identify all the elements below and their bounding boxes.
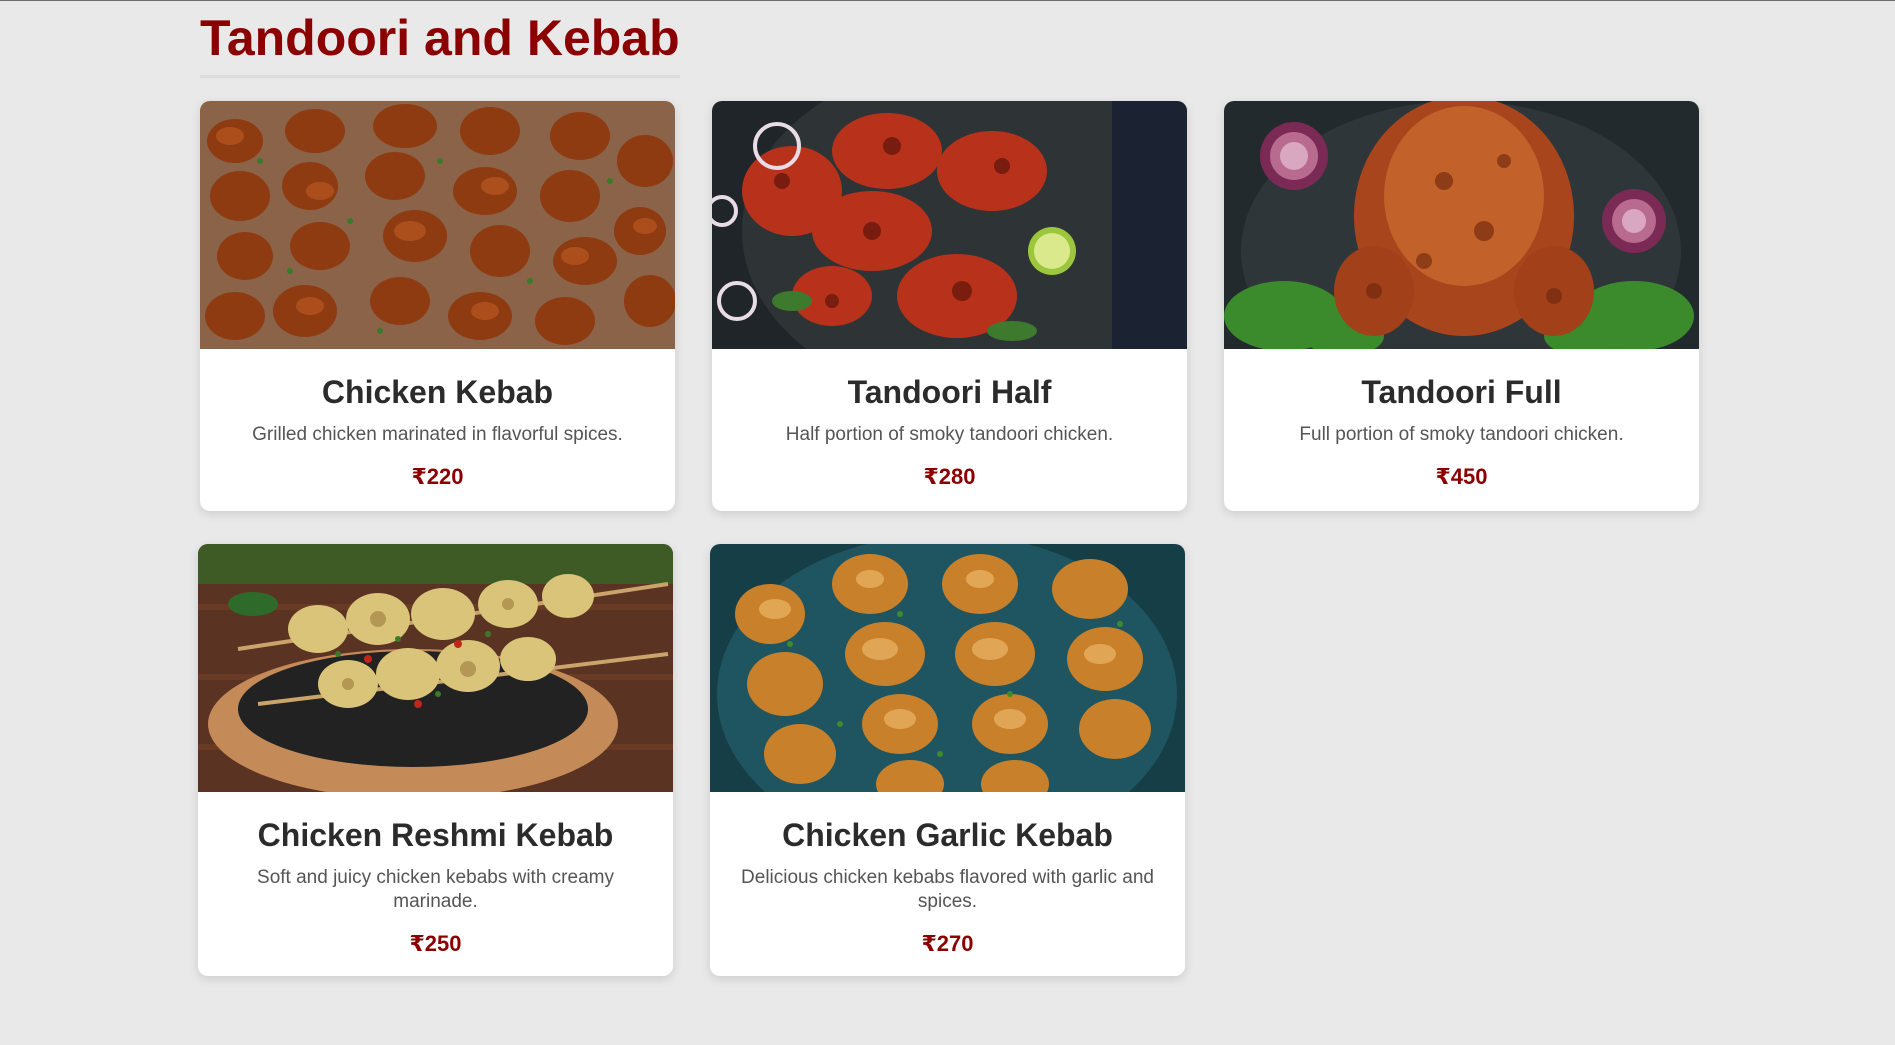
item-name: Tandoori Full	[1361, 374, 1562, 410]
menu-card[interactable]: Tandoori Full Full portion of smoky tand…	[1224, 101, 1699, 511]
menu-card[interactable]: Chicken Kebab Grilled chicken marinated …	[200, 101, 675, 511]
item-name: Chicken Reshmi Kebab	[257, 817, 614, 853]
item-name: Tandoori Half	[847, 374, 1052, 410]
item-price: ₹270	[921, 931, 974, 956]
menu-card[interactable]: Chicken Garlic Kebab Delicious chicken k…	[710, 544, 1185, 976]
section-title: Tandoori and Kebab	[200, 7, 680, 78]
reshmi-kebab-photo	[198, 544, 673, 792]
tandoori-half-photo	[712, 101, 1187, 349]
menu-card[interactable]: Chicken Reshmi Kebab Soft and juicy chic…	[198, 544, 673, 976]
item-description: Soft and juicy chicken kebabs with cream…	[257, 867, 614, 912]
garlic-kebab-photo	[710, 544, 1185, 792]
item-description: Full portion of smoky tandoori chicken.	[1299, 424, 1624, 445]
chicken-kebab-photo	[200, 101, 675, 349]
tandoori-full-photo	[1224, 101, 1699, 349]
item-price: ₹220	[411, 464, 464, 489]
item-price: ₹250	[409, 931, 462, 956]
item-description: Grilled chicken marinated in flavorful s…	[252, 424, 623, 445]
item-description: Half portion of smoky tandoori chicken.	[785, 424, 1114, 445]
item-description: Delicious chicken kebabs flavored with g…	[741, 867, 1154, 912]
item-price: ₹280	[923, 464, 976, 489]
item-name: Chicken Kebab	[321, 374, 554, 410]
item-price: ₹450	[1435, 464, 1488, 489]
item-name: Chicken Garlic Kebab	[782, 817, 1113, 853]
menu-card[interactable]: Tandoori Half Half portion of smoky tand…	[712, 101, 1187, 511]
